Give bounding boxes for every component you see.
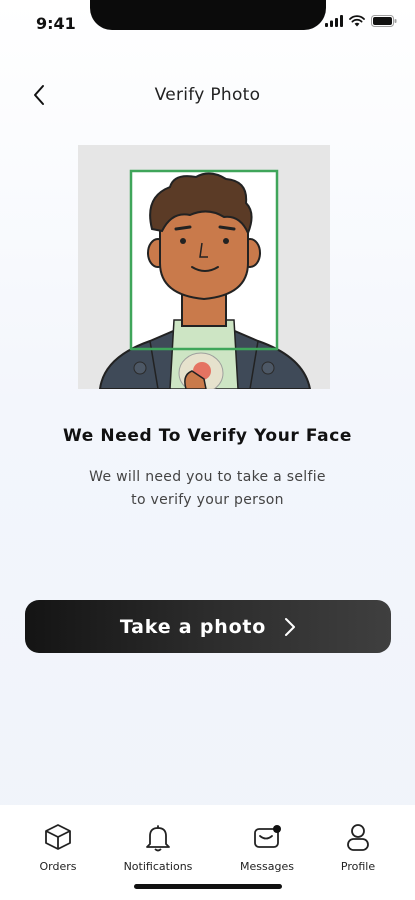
nav-item-profile[interactable]: Profile — [313, 821, 403, 873]
bell-icon — [142, 821, 174, 853]
face-verification-illustration — [78, 145, 330, 389]
headline: We Need To Verify Your Face — [63, 426, 352, 446]
header: Verify Photo — [0, 76, 415, 116]
nav-item-messages[interactable]: Messages — [222, 821, 312, 873]
subtext-line-1: We will need you to take a selfie — [89, 469, 326, 485]
nav-label-orders: Orders — [39, 860, 77, 873]
take-photo-label: Take a photo — [119, 615, 267, 638]
status-time: 9:41 — [36, 14, 76, 33]
nav-item-notifications[interactable]: Notifications — [113, 821, 203, 873]
chevron-right-icon — [285, 617, 296, 636]
subtext: We will need you to take a selfie to ver… — [0, 466, 415, 512]
status-icons — [325, 15, 397, 27]
device-notch — [90, 0, 326, 30]
subtext-line-2: to verify your person — [131, 492, 284, 508]
nav-item-orders[interactable]: Orders — [13, 821, 103, 873]
nav-label-profile: Profile — [340, 860, 376, 873]
page-title: Verify Photo — [154, 85, 261, 105]
wifi-icon — [349, 15, 365, 27]
status-bar: 9:41 — [0, 0, 415, 48]
user-icon — [342, 821, 374, 853]
message-icon — [251, 821, 283, 853]
box-icon — [42, 821, 74, 853]
nav-label-messages: Messages — [240, 860, 294, 873]
take-photo-button[interactable]: Take a photo — [25, 600, 391, 653]
battery-icon — [371, 15, 397, 27]
nav-label-notifications: Notifications — [123, 860, 193, 873]
home-indicator — [134, 884, 282, 889]
signal-icon — [325, 15, 343, 27]
